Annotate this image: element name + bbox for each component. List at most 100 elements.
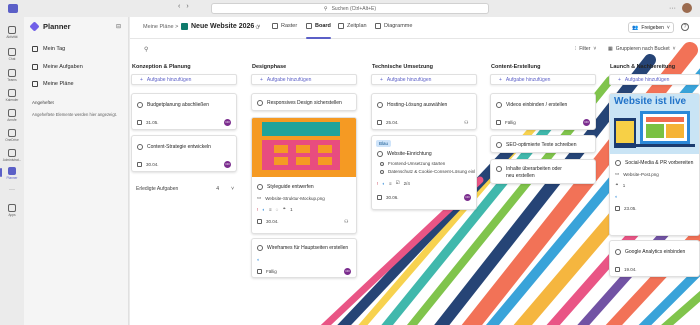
add-task-button[interactable]: + Aufgabe hinzufügen: [251, 74, 357, 85]
checklist-item[interactable]: Frontend-Umsetzung starten: [380, 161, 445, 166]
tab-schedule[interactable]: Zeitplan: [338, 23, 367, 29]
back-arrow-icon[interactable]: ‹: [178, 3, 180, 10]
add-task-button[interactable]: + Aufgabe hinzufügen: [131, 74, 237, 85]
task-card[interactable]: Styleguide entwerfen ▭ Website-Struktur-M…: [251, 117, 357, 234]
assignee-avatar[interactable]: CD: [224, 119, 231, 126]
task-due: 23.05.: [615, 206, 637, 211]
bucket-technical: Technische Umsetzung + Aufgabe hinzufügen: [371, 64, 477, 85]
bell-icon: [8, 26, 16, 34]
complete-checkbox[interactable]: [257, 100, 263, 106]
attachment-icon: ⚭: [615, 182, 619, 187]
bucket-title[interactable]: Konzeption & Planung: [132, 64, 237, 70]
sidebar-item-my-tasks[interactable]: Meine Aufgaben: [32, 64, 83, 70]
bucket-title[interactable]: Designphase: [252, 64, 357, 70]
bucket-title[interactable]: Technische Umsetzung: [372, 64, 477, 70]
task-title: Social-Media & PR vorbereiten: [625, 160, 694, 166]
sidebar-item-my-plans[interactable]: Meine Pläne: [32, 81, 74, 87]
user-avatar[interactable]: [682, 3, 692, 13]
assignee-avatar[interactable]: CD: [583, 119, 590, 126]
share-button[interactable]: 👥 Freigeben ˅: [628, 22, 674, 33]
more-icon[interactable]: ···: [669, 5, 676, 12]
add-task-label: Aufgabe hinzufügen: [266, 76, 312, 83]
filter-button[interactable]: ⫶ Filter ˅: [575, 46, 596, 52]
forward-arrow-icon[interactable]: ›: [186, 3, 188, 10]
global-search-input[interactable]: ⚲ Suchen (Ctrl+Alt+E): [211, 3, 489, 14]
people-icon: 👥: [632, 24, 639, 31]
task-card[interactable]: Content-Strategie entwickeln 30.04. CD: [131, 135, 237, 172]
rail-item-activity[interactable]: Aktivität: [0, 26, 24, 39]
assign-icon[interactable]: ⚇: [344, 219, 348, 225]
tab-charts[interactable]: Diagramme: [375, 23, 412, 29]
rail-item-teams[interactable]: Teams: [0, 69, 24, 82]
assignee-avatar[interactable]: CD: [464, 194, 471, 201]
complete-checkbox[interactable]: [615, 160, 621, 166]
tab-grid[interactable]: Raster: [272, 23, 297, 29]
assignee-avatar[interactable]: CD: [344, 268, 351, 275]
rail-item-onedrive[interactable]: OneDrive: [0, 129, 24, 142]
tab-board[interactable]: Board: [306, 23, 331, 39]
checklist-checkbox[interactable]: [380, 169, 384, 174]
assignee-avatar[interactable]: CD: [224, 161, 231, 168]
rail-item-calls[interactable]: Anrufe: [0, 109, 24, 122]
complete-checkbox[interactable]: [377, 151, 383, 157]
task-card[interactable]: Blau Website-Einrichtung Frontend-Umsetz…: [371, 135, 477, 210]
checklist-item[interactable]: Datenschutz & Cookie-Consent-Lösung einl: [380, 169, 475, 174]
rail-item-admin[interactable]: Administrat...: [0, 149, 24, 162]
complete-checkbox[interactable]: [257, 245, 263, 251]
rail-item-calendar[interactable]: Kalender: [0, 89, 24, 102]
sidebar-item-label: Mein Tag: [43, 46, 66, 52]
rail-item-planner[interactable]: Planner: [0, 167, 24, 180]
task-card[interactable]: Budgetplanung abschließen 31.05. CD: [131, 93, 237, 130]
due-date: 23.05.: [624, 206, 637, 211]
task-card[interactable]: Hosting-Lösung auswählen 25.04. ⚇: [371, 93, 477, 130]
project-name: Neue Website 2026: [191, 23, 255, 30]
filter-label: Filter: [579, 46, 591, 52]
task-card[interactable]: Responsives Design sicherstellen: [251, 93, 357, 111]
attachment-row[interactable]: ▭ Website-Post.png: [615, 171, 659, 177]
complete-checkbox[interactable]: [496, 166, 502, 172]
progress-icon: ◐: [382, 180, 385, 186]
breadcrumb-link[interactable]: Meine Pläne: [143, 24, 174, 30]
complete-checkbox[interactable]: [377, 102, 383, 108]
complete-checkbox[interactable]: [137, 102, 143, 108]
collapse-sidebar-icon[interactable]: ⊟: [116, 23, 121, 30]
group-by-button[interactable]: ▦ Gruppieren nach Bucket ˅: [608, 46, 676, 52]
completed-tasks-toggle[interactable]: Erledigte Aufgaben 4 ˅: [136, 186, 234, 192]
attachment-row[interactable]: ▭ Website-Struktur-Mockup.png: [257, 195, 325, 201]
board-search-icon[interactable]: ⚲: [144, 46, 148, 53]
task-indicators: ! ◐ ≡ ◌ ⚭ 1: [257, 206, 293, 212]
complete-checkbox[interactable]: [615, 249, 621, 255]
add-task-button[interactable]: + Aufgabe hinzufügen: [609, 74, 700, 85]
task-card[interactable]: Videos einbinden / erstellen Fällig CD: [490, 93, 596, 130]
rail-item-more[interactable]: ···: [0, 187, 24, 193]
pin-icon[interactable]: ✩: [255, 24, 260, 31]
complete-checkbox[interactable]: [496, 142, 502, 148]
chevron-down-icon: ˅: [672, 46, 676, 52]
task-card[interactable]: Website ist live Social-Media & PR vorbe…: [609, 93, 700, 236]
rail-item-apps[interactable]: Apps: [0, 204, 24, 217]
breadcrumb[interactable]: Meine Pläne >: [143, 24, 178, 30]
add-task-button[interactable]: + Aufgabe hinzufügen: [490, 74, 596, 85]
task-title: Wireframes für Hauptseiten erstellen: [267, 245, 349, 251]
rail-label: Planner: [6, 176, 18, 180]
task-card[interactable]: Inhalte überarbeiten oder neu erstellen: [490, 159, 596, 184]
calendar-icon: [257, 269, 262, 274]
task-card[interactable]: SEO-optimierte Texte schreiben: [490, 135, 596, 153]
complete-checkbox[interactable]: [257, 184, 263, 190]
sidebar-item-label: Meine Aufgaben: [43, 64, 83, 70]
task-card[interactable]: Wireframes für Hauptseiten erstellen ◐ F…: [251, 238, 357, 278]
task-card[interactable]: Google Analytics einbinden 19.04.: [609, 240, 700, 277]
complete-checkbox[interactable]: [496, 102, 502, 108]
bucket-title[interactable]: Content-Erstellung: [491, 64, 596, 70]
bucket-title[interactable]: Launch & Nachbereitung: [610, 64, 700, 70]
task-due: 31.05.: [137, 120, 159, 125]
rail-item-chat[interactable]: Chat: [0, 48, 24, 61]
help-icon[interactable]: ?: [681, 23, 689, 31]
project-title[interactable]: Neue Website 2026 ˅: [181, 23, 260, 30]
add-task-button[interactable]: + Aufgabe hinzufügen: [371, 74, 477, 85]
due-status: Fällig: [266, 269, 277, 274]
checklist-checkbox[interactable]: [380, 161, 384, 166]
sidebar-item-my-day[interactable]: Mein Tag: [32, 46, 65, 52]
complete-checkbox[interactable]: [137, 144, 143, 150]
assign-icon[interactable]: ⚇: [464, 120, 468, 126]
